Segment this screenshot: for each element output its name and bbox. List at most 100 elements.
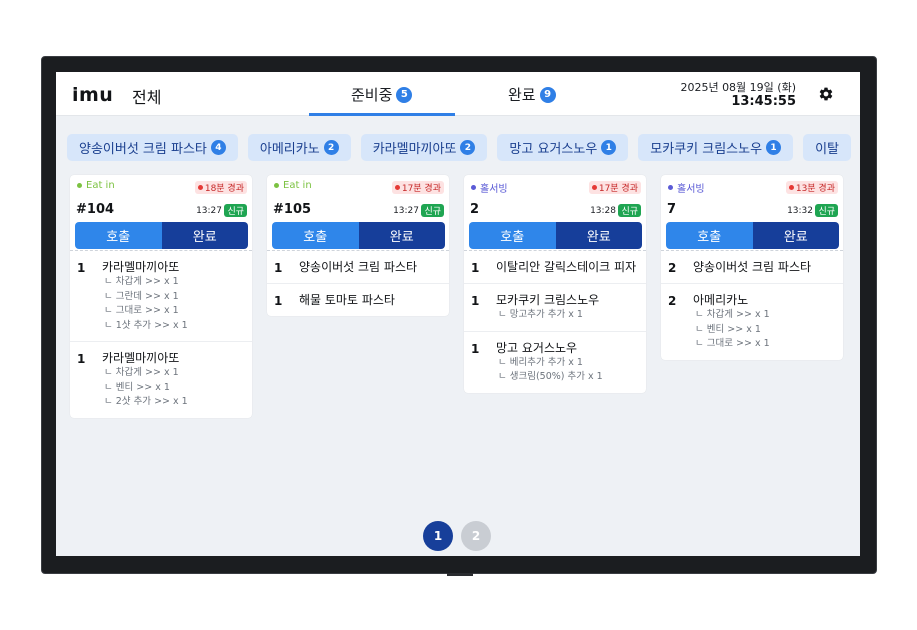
- top-bar: imu 전체 준비중 5 완료 9 2025년 08월 19일 (화) 13:4…: [56, 72, 860, 116]
- elapsed-badge: 18분 경과: [194, 181, 247, 194]
- chip-label: 양송이버섯 크림 파스타: [79, 142, 207, 157]
- alert-dot-icon: [394, 185, 400, 190]
- page-button-1[interactable]: 1: [423, 521, 453, 551]
- order-type: 홀서빙: [471, 180, 508, 195]
- item-quantity: 1: [274, 294, 283, 308]
- call-button[interactable]: 호출: [666, 222, 753, 249]
- item-quantity: 1: [77, 261, 86, 275]
- chip-item[interactable]: 아메리카노 2: [247, 134, 351, 161]
- order-items: 1 이탈리안 갈릭스테이크 피자 1 모카쿠키 크림스노우 ㄴ 망고추가 추가 x 11…: [464, 251, 646, 393]
- chip-item[interactable]: 망고 요거스노우 1: [497, 134, 629, 161]
- order-items: 2 양송이버섯 크림 파스타 2 아메리카노 ㄴ 차갑게 >> x 1 ㄴ 벤티 >> x…: [661, 251, 843, 360]
- chip-count: 1: [766, 140, 782, 155]
- monitor-stand: [447, 573, 473, 576]
- order-item: 1 이탈리안 갈릭스테이크 피자: [464, 251, 646, 284]
- page-button-2[interactable]: 2: [461, 521, 491, 551]
- order-type-label: 홀서빙: [677, 184, 705, 195]
- gear-icon[interactable]: [818, 86, 834, 102]
- item-name: 이탈리안 갈릭스테이크 피자: [496, 260, 637, 274]
- chip-label: 모카쿠키 크림스노우: [650, 142, 763, 157]
- order-item: 1 카라멜마끼아또 ㄴ 차갑게 >> x 1 ㄴ 그란데 >> x 1 ㄴ 그대로 >>…: [70, 251, 252, 342]
- item-name: 카라멜마끼아또: [102, 260, 180, 274]
- order-item: 2 양송이버섯 크림 파스타: [661, 251, 843, 284]
- chip-item[interactable]: 카라멜마끼아또 2: [360, 134, 488, 161]
- chip-item[interactable]: 이탈: [803, 134, 851, 161]
- item-option: ㄴ 차갑게 >> x 1: [695, 309, 770, 320]
- order-item: 2 아메리카노 ㄴ 차갑게 >> x 1 ㄴ 벤티 >> x 1 ㄴ 그대로 >> x …: [661, 284, 843, 360]
- chip-count: 1: [601, 140, 617, 155]
- order-items: 1 양송이버섯 크림 파스타 1 해물 토마토 파스타: [267, 251, 449, 316]
- elapsed-badge: 17분 경과: [391, 181, 444, 194]
- call-button[interactable]: 호출: [75, 222, 162, 249]
- order-time: 13:27: [393, 206, 419, 216]
- item-option: ㄴ 차갑게 >> x 1: [104, 276, 179, 287]
- item-option: ㄴ 벤티 >> x 1: [695, 323, 761, 335]
- tab-completed-count: 9: [539, 86, 556, 103]
- new-badge: 신규: [421, 204, 444, 217]
- item-name: 양송이버섯 크림 파스타: [693, 260, 812, 274]
- elapsed-label: 17분 경과: [401, 184, 441, 194]
- order-item: 1 해물 토마토 파스타: [267, 284, 449, 316]
- order-card: 홀서빙 17분 경과 2 13:28 신규 호출 완료 1 이탈리안 갈릭스테이크…: [464, 175, 646, 393]
- elapsed-label: 18분 경과: [204, 184, 244, 194]
- elapsed-label: 17분 경과: [598, 184, 638, 194]
- chip-item[interactable]: 모카쿠키 크림스노우 1: [638, 134, 794, 161]
- item-quantity: 1: [471, 294, 480, 308]
- order-number: 7: [667, 202, 677, 217]
- current-time: 13:45:55: [731, 94, 796, 109]
- item-quantity: 1: [77, 352, 86, 366]
- scope-selector[interactable]: 전체: [132, 84, 161, 108]
- alert-dot-icon: [197, 185, 203, 190]
- complete-button[interactable]: 완료: [752, 222, 839, 249]
- order-type-dot: [668, 185, 673, 190]
- chip-label: 카라멜마끼아또: [372, 142, 457, 157]
- item-option: ㄴ 망고추가 추가 x 1: [498, 309, 583, 320]
- order-type: Eat in: [77, 180, 115, 191]
- active-tab-indicator: [309, 113, 455, 116]
- chip-label: 망고 요거스노우: [509, 142, 598, 157]
- order-card-header: Eat in 17분 경과 #105 13:27 신규 호출 완료: [267, 175, 449, 251]
- complete-button[interactable]: 완료: [358, 222, 445, 249]
- item-quantity: 1: [274, 261, 283, 275]
- order-card-header: 홀서빙 17분 경과 2 13:28 신규 호출 완료: [464, 175, 646, 251]
- app-logo: imu: [72, 84, 114, 106]
- item-quantity: 2: [668, 294, 677, 308]
- order-card: 홀서빙 13분 경과 7 13:32 신규 호출 완료 2 양송이버섯 크림 파스…: [661, 175, 843, 360]
- alert-dot-icon: [788, 185, 794, 190]
- complete-button[interactable]: 완료: [161, 222, 248, 249]
- tab-completed[interactable]: 완료 9: [508, 84, 556, 105]
- order-type: Eat in: [274, 180, 312, 191]
- order-type-dot: [77, 183, 82, 188]
- order-item: 1 양송이버섯 크림 파스타: [267, 251, 449, 284]
- item-option: ㄴ 생크림(50%) 추가 x 1: [498, 371, 603, 382]
- order-time: 13:28: [590, 206, 616, 216]
- tab-preparing-label: 준비중: [351, 86, 393, 104]
- chip-item[interactable]: 양송이버섯 크림 파스타 4: [67, 134, 238, 161]
- order-item: 1 카라멜마끼아또 ㄴ 차갑게 >> x 1 ㄴ 벤티 >> x 1 ㄴ 2샷 추가 >…: [70, 342, 252, 418]
- order-items: 1 카라멜마끼아또 ㄴ 차갑게 >> x 1 ㄴ 그란데 >> x 1 ㄴ 그대로 >>…: [70, 251, 252, 418]
- order-type-dot: [471, 185, 476, 190]
- order-card: Eat in 17분 경과 #105 13:27 신규 호출 완료 1 양송이버섯…: [267, 175, 449, 316]
- item-name: 망고 요거스노우: [496, 340, 578, 355]
- tab-preparing-count: 5: [396, 86, 413, 103]
- complete-button[interactable]: 완료: [555, 222, 642, 249]
- menu-summary-chips: 양송이버섯 크림 파스타 4 아메리카노 2 카라멜마끼아또 2 망고 요거스노우 1 …: [67, 134, 851, 161]
- elapsed-badge: 13분 경과: [785, 181, 838, 194]
- call-button[interactable]: 호출: [272, 222, 359, 249]
- item-option: ㄴ 차갑게 >> x 1: [104, 367, 179, 378]
- order-card-header: 홀서빙 13분 경과 7 13:32 신규 호출 완료: [661, 175, 843, 251]
- elapsed-label: 13분 경과: [795, 184, 835, 194]
- item-name: 아메리카노: [693, 293, 749, 307]
- item-name: 양송이버섯 크림 파스타: [299, 260, 418, 274]
- new-badge: 신규: [224, 204, 247, 217]
- order-actions: 호출 완료: [469, 222, 642, 249]
- order-number: #105: [273, 202, 312, 217]
- call-button[interactable]: 호출: [469, 222, 556, 249]
- order-type-label: 홀서빙: [480, 184, 508, 195]
- order-item: 1 모카쿠키 크림스노우 ㄴ 망고추가 추가 x 1: [464, 284, 646, 332]
- order-type-label: Eat in: [283, 180, 312, 191]
- order-number: 2: [470, 202, 480, 217]
- order-time: 13:32: [787, 206, 813, 216]
- chip-count: 4: [210, 140, 226, 155]
- tab-preparing[interactable]: 준비중 5: [351, 84, 413, 105]
